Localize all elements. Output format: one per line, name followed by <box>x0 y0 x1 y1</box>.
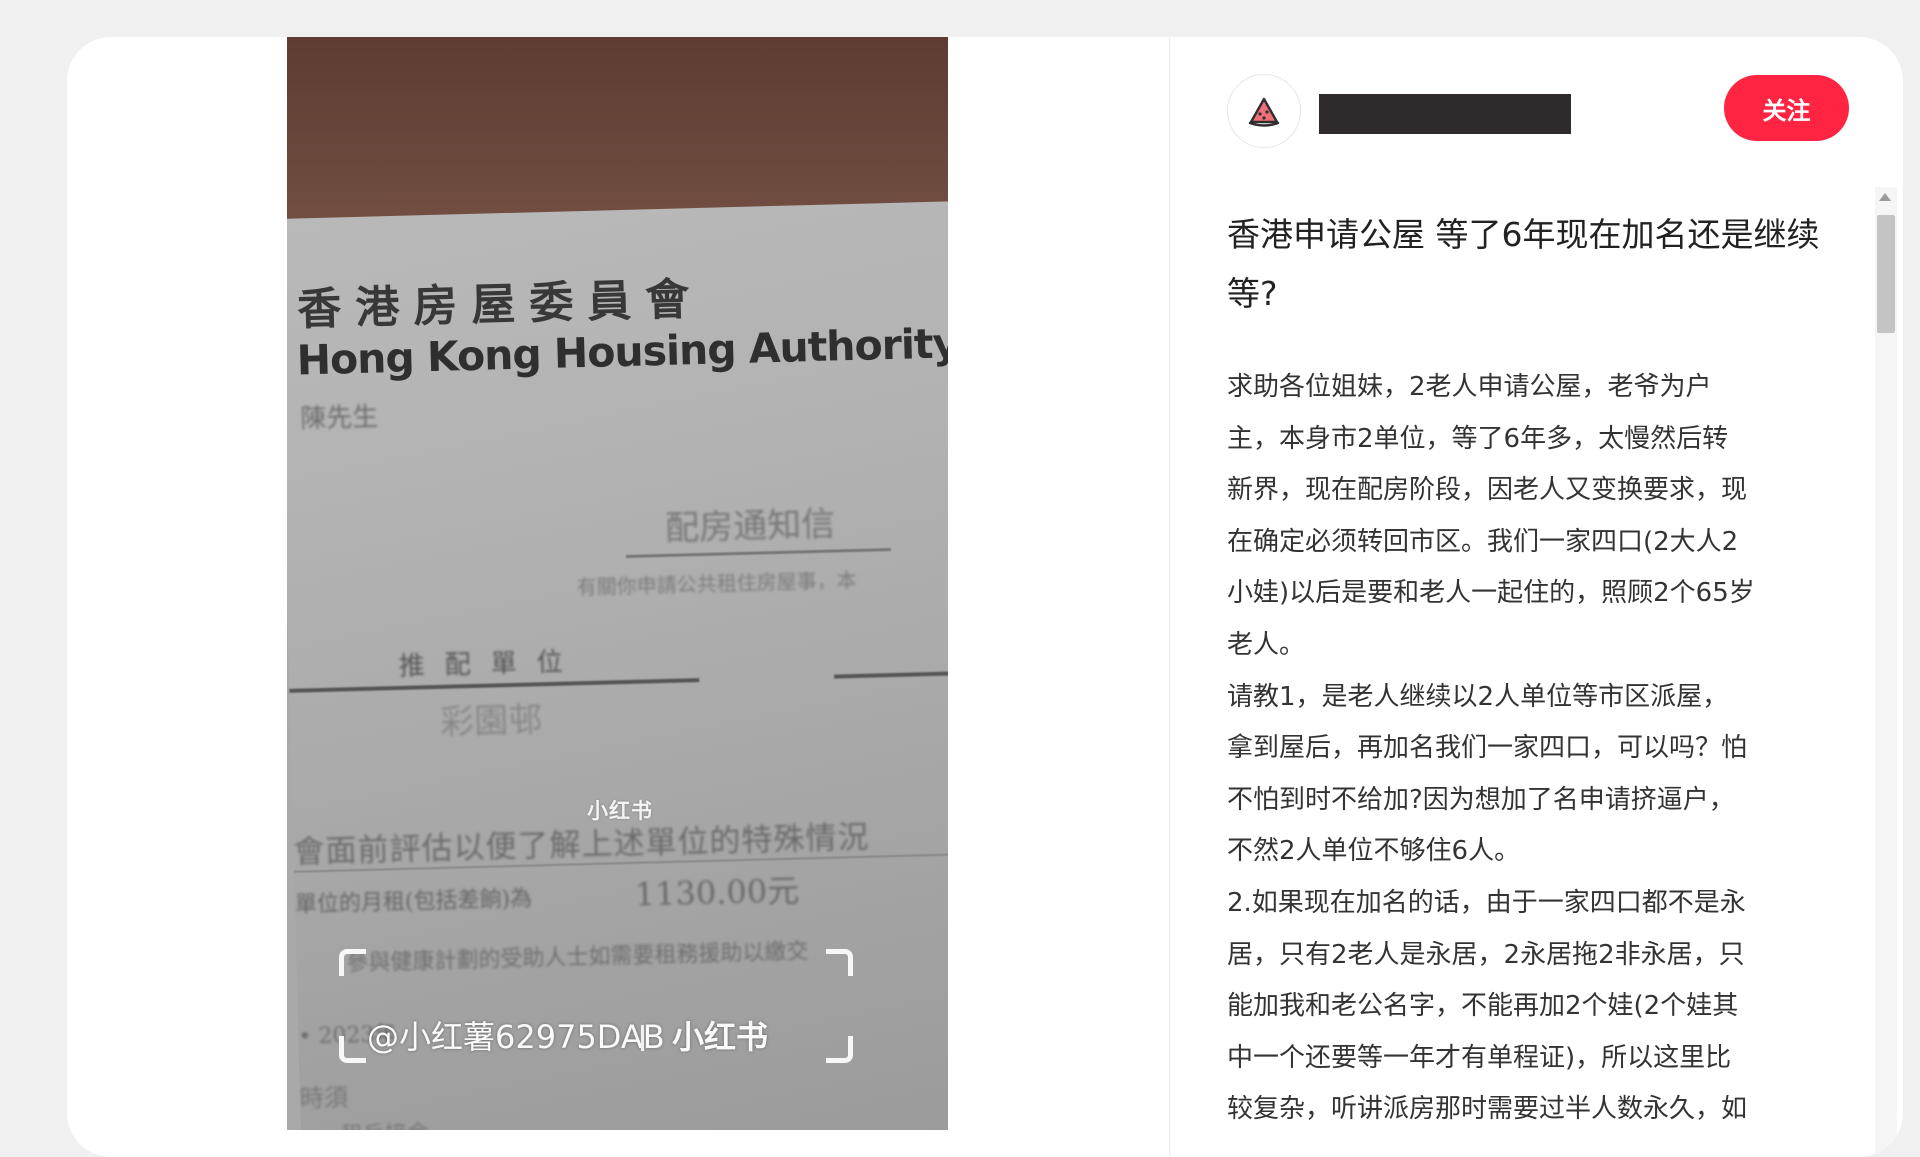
frame-corner <box>826 949 853 976</box>
note-body-line: 2.如果现在加名的话，由于一家四口都不是永 <box>1227 887 1746 918</box>
doc-field-label: 推配單位 <box>398 647 584 682</box>
note-title: 香港申请公屋 等了6年现在加名还是继续等? <box>1227 215 1820 313</box>
note-body: 求助各位姐妹，2老人申请公屋，老爷为户 主，本身市2单位，等了6年多，太慢然后转… <box>1227 362 1847 1136</box>
watermark-center: 小红书 <box>587 799 653 823</box>
doc-text-line: 租戶接金 <box>341 1115 430 1130</box>
doc-text-line: 時須 <box>299 1083 349 1113</box>
watermark-logo: 小红书 <box>672 1018 769 1056</box>
note-body-line: 小娃)以后是要和老人一起住的，照顾2个65岁 <box>1227 578 1755 609</box>
note-body-line: 主，本身市2单位，等了6年多，太慢然后转 <box>1227 423 1729 454</box>
note-body-line: 中一个还要等一年才有单程证)，所以这里比 <box>1227 1042 1732 1073</box>
doc-text-line: 單位的月租(包括差餉)為 <box>294 886 533 918</box>
note-body-line: 不怕到时不给加?因为想加了名申请挤逼户， <box>1227 784 1735 815</box>
watermark-separator <box>641 1025 644 1051</box>
watermark-handle: @小红薯62975DAB <box>367 1018 665 1056</box>
avatar[interactable] <box>1227 74 1301 148</box>
note-body-line: 不然2人单位不够住6人。 <box>1227 836 1521 867</box>
doc-rent-amount: 1130.00元 <box>634 871 800 914</box>
note-body-line: 能加我和老公名字，不能再加2个娃(2个娃其 <box>1227 991 1739 1022</box>
note-body-line: 老人。 <box>1227 629 1306 660</box>
doc-estate-name: 彩園邨 <box>439 700 543 743</box>
note-body-line: 求助各位姐妹，2老人申请公屋，老爷为户 <box>1227 372 1712 402</box>
note-body-line: 居，只有2老人是永居，2永居拖2非永居，只 <box>1227 939 1745 970</box>
frame-corner <box>826 1036 853 1063</box>
scrollbar-thumb[interactable] <box>1877 215 1895 333</box>
frame-corner <box>339 1036 366 1063</box>
doc-notice-heading: 配房通知信 <box>664 504 836 549</box>
note-image[interactable]: 香港房屋委員會 Hong Kong Housing Authority 陳先生 … <box>287 37 948 1130</box>
note-detail-card: 香港房屋委員會 Hong Kong Housing Authority 陳先生 … <box>67 37 1903 1157</box>
doc-addressee: 陳先生 <box>299 402 379 435</box>
note-body-line: 在确定必须转回市区。我们一家四口(2大人2 <box>1227 526 1739 557</box>
watermelon-icon <box>1248 97 1280 127</box>
pane-divider <box>1169 37 1170 1157</box>
doc-rule-right <box>834 670 948 679</box>
frame-corner <box>339 949 366 976</box>
doc-text-line: 有關你申請公共租住房屋事，本 <box>576 567 857 600</box>
doc-title-cn: 香港房屋委員會 <box>296 273 704 336</box>
note-body-line: 新界，现在配房阶段，因老人又变换要求，现 <box>1227 475 1748 506</box>
note-body-line: 请教1，是老人继续以2人单位等市区派屋， <box>1227 681 1729 712</box>
note-body-line: 拿到屋后，再加名我们一家四口，可以吗？怕 <box>1227 733 1748 764</box>
scroll-up-arrow[interactable] <box>1879 193 1891 201</box>
note-body-line: 较复杂，听讲派房那时需要过半人数永久，如 <box>1227 1094 1748 1125</box>
author-name-redacted <box>1319 94 1571 134</box>
follow-button[interactable]: 关注 <box>1724 75 1849 141</box>
